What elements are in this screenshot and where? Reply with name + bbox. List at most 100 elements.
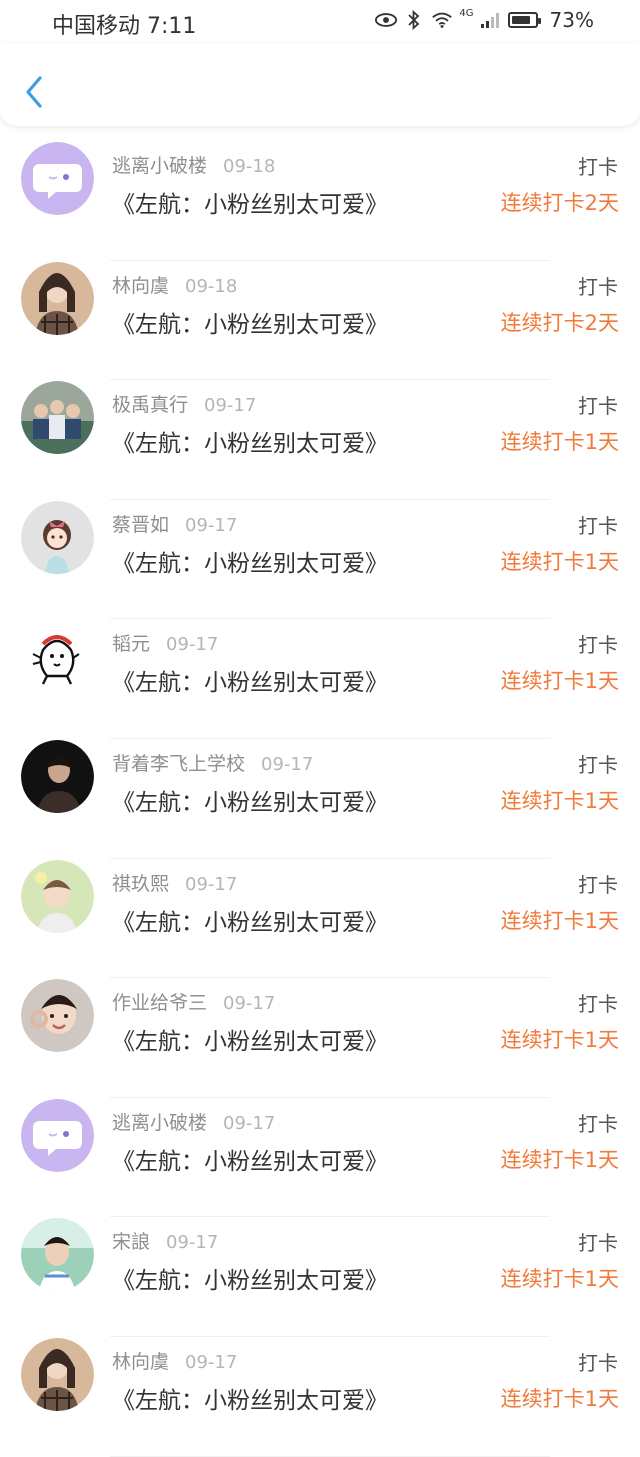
username-line: 韬元 09-17 <box>112 629 218 656</box>
bluetooth-icon <box>403 9 425 31</box>
checkin-label: 打卡 <box>578 872 618 897</box>
streak-label: 连续打卡2天 <box>500 191 619 215</box>
username-line: 背着李飞上学校 09-17 <box>112 749 313 776</box>
avatar[interactable] <box>21 261 94 335</box>
username-line: 逃离小破楼 09-17 <box>112 1108 275 1135</box>
back-button[interactable] <box>18 72 50 112</box>
eye-icon <box>375 9 398 31</box>
post-date: 09-17 <box>223 1112 276 1134</box>
username[interactable]: 祺玖熙 <box>112 873 169 895</box>
chevron-left-icon <box>26 76 42 108</box>
username[interactable]: 林向虞 <box>112 275 169 297</box>
book-title[interactable]: 《左航：小粉丝别太可爱》 <box>112 903 388 937</box>
username[interactable]: 宋誏 <box>112 1231 150 1253</box>
streak-label: 连续打卡1天 <box>500 1147 619 1172</box>
avatar[interactable] <box>21 142 94 215</box>
username[interactable]: 作业给爷三 <box>112 992 207 1014</box>
username[interactable]: 蔡晋如 <box>112 514 169 536</box>
signal-icon <box>480 9 502 31</box>
list-item[interactable]: 祺玖熙 09-17 《左航：小粉丝别太可爱》 打卡连续打卡1天 <box>0 859 640 979</box>
checkin-label: 打卡 <box>578 1111 618 1136</box>
list-item[interactable]: 韬元 09-17 《左航：小粉丝别太可爱》 打卡连续打卡1天 <box>0 619 640 739</box>
username-line: 逃离小破楼 09-18 <box>112 151 275 178</box>
book-title[interactable]: 《左航：小粉丝别太可爱》 <box>112 305 388 339</box>
avatar[interactable] <box>21 620 94 694</box>
book-title[interactable]: 《左航：小粉丝别太可爱》 <box>112 1142 388 1176</box>
list-item[interactable]: 林向虞 09-18 《左航：小粉丝别太可爱》 打卡连续打卡2天 <box>0 261 640 381</box>
list-item[interactable]: 极禹真行 09-17 《左航：小粉丝别太可爱》 打卡连续打卡1天 <box>0 380 640 500</box>
username[interactable]: 极禹真行 <box>112 394 188 416</box>
checkin-list: 逃离小破楼 09-18 《左航：小粉丝别太可爱》 打卡 连续打卡2天 林向虞 09-18 《左… <box>0 141 640 1457</box>
username[interactable]: 背着李飞上学校 <box>112 753 245 775</box>
wifi-icon <box>431 9 453 31</box>
checkin-label: 打卡 <box>578 633 618 658</box>
streak-label: 连续打卡1天 <box>500 1028 619 1053</box>
carrier-time: 中国移动 7:11 <box>52 14 197 39</box>
book-title[interactable]: 《左航：小粉丝别太可爱》 <box>112 663 388 697</box>
book-title[interactable]: 《左航：小粉丝别太可爱》 <box>112 1261 388 1295</box>
checkin-label: 打卡 <box>578 1231 618 1256</box>
list-item[interactable]: 作业给爷三 09-17 《左航：小粉丝别太可爱》 打卡连续打卡1天 <box>0 978 640 1098</box>
username-line: 极禹真行 09-17 <box>112 390 256 417</box>
avatar[interactable] <box>21 1337 94 1411</box>
divider <box>110 1455 550 1457</box>
streak-label: 连续打卡1天 <box>500 788 619 813</box>
post-date: 09-17 <box>261 753 314 775</box>
post-date: 09-18 <box>223 156 276 177</box>
network-type: 4G <box>459 8 474 19</box>
post-date: 09-17 <box>166 634 219 656</box>
post-date: 09-18 <box>185 275 238 297</box>
avatar[interactable] <box>21 739 94 813</box>
avatar[interactable] <box>21 859 94 933</box>
avatar[interactable] <box>21 500 94 574</box>
list-item[interactable]: 蔡晋如 09-17 《左航：小粉丝别太可爱》 打卡连续打卡1天 <box>0 500 640 620</box>
checkin-label: 打卡 <box>578 752 618 777</box>
username[interactable]: 逃离小破楼 <box>112 1112 207 1134</box>
checkin-label: 打卡 <box>578 394 618 419</box>
streak-label: 连续打卡1天 <box>500 430 619 455</box>
streak-label: 连续打卡1天 <box>500 908 619 933</box>
username-line: 祺玖熙 09-17 <box>112 869 237 896</box>
book-title[interactable]: 《左航：小粉丝别太可爱》 <box>112 783 388 817</box>
username-line: 宋誏 09-17 <box>112 1227 218 1254</box>
list-item[interactable]: 逃离小破楼 09-18 《左航：小粉丝别太可爱》 打卡连续打卡2天 <box>0 141 640 261</box>
avatar[interactable] <box>21 1098 94 1172</box>
post-date: 09-17 <box>166 1232 219 1254</box>
username[interactable]: 韬元 <box>112 633 150 655</box>
checkin-label: 打卡 <box>578 1350 618 1375</box>
battery-icon <box>507 12 541 28</box>
book-title[interactable]: 《左航：小粉丝别太可爱》 <box>112 1381 388 1415</box>
avatar[interactable] <box>21 1218 94 1292</box>
username[interactable]: 林向虞 <box>112 1351 169 1373</box>
username[interactable]: 逃离小破楼 <box>112 155 207 177</box>
list-item[interactable]: 林向虞 09-17 《左航：小粉丝别太可爱》 打卡 连续打卡1天 <box>0 1337 640 1457</box>
status-icons: 4G 73% <box>375 8 594 32</box>
checkin-label: 打卡 <box>578 513 618 538</box>
post-date: 09-17 <box>223 993 276 1015</box>
streak-label: 连续打卡1天 <box>500 1267 619 1292</box>
book-title[interactable]: 《左航：小粉丝别太可爱》 <box>112 544 388 578</box>
book-title[interactable]: 《左航：小粉丝别太可爱》 <box>112 1022 388 1056</box>
book-title[interactable]: 《左航：小粉丝别太可爱》 <box>112 185 388 219</box>
list-item[interactable]: 逃离小破楼 09-17 《左航：小粉丝别太可爱》 打卡连续打卡1天 <box>0 1098 640 1218</box>
post-date: 09-17 <box>185 514 238 536</box>
status-bar: 中国移动 7:11 4G 73% <box>0 0 640 44</box>
checkin-label: 打卡 <box>578 992 618 1017</box>
post-date: 09-17 <box>185 1351 238 1373</box>
streak-label: 连续打卡1天 <box>500 669 619 694</box>
post-date: 09-17 <box>185 873 238 895</box>
avatar[interactable] <box>21 979 94 1053</box>
list-item[interactable]: 宋誏 09-17 《左航：小粉丝别太可爱》 打卡连续打卡1天 <box>0 1217 640 1337</box>
battery-level: 73% <box>549 8 594 32</box>
username-line: 蔡晋如 09-17 <box>112 510 237 537</box>
checkin-label: 打卡 <box>578 155 618 179</box>
nav-bar <box>0 44 640 126</box>
checkin-label: 打卡 <box>578 274 618 299</box>
avatar[interactable] <box>21 381 94 455</box>
streak-label: 连续打卡2天 <box>500 310 619 335</box>
list-item[interactable]: 背着李飞上学校 09-17 《左航：小粉丝别太可爱》 打卡连续打卡1天 <box>0 739 640 859</box>
book-title[interactable]: 《左航：小粉丝别太可爱》 <box>112 424 388 458</box>
post-date: 09-17 <box>204 395 257 417</box>
username-line: 林向虞 09-17 <box>112 1347 237 1374</box>
streak-label: 连续打卡1天 <box>500 549 619 574</box>
